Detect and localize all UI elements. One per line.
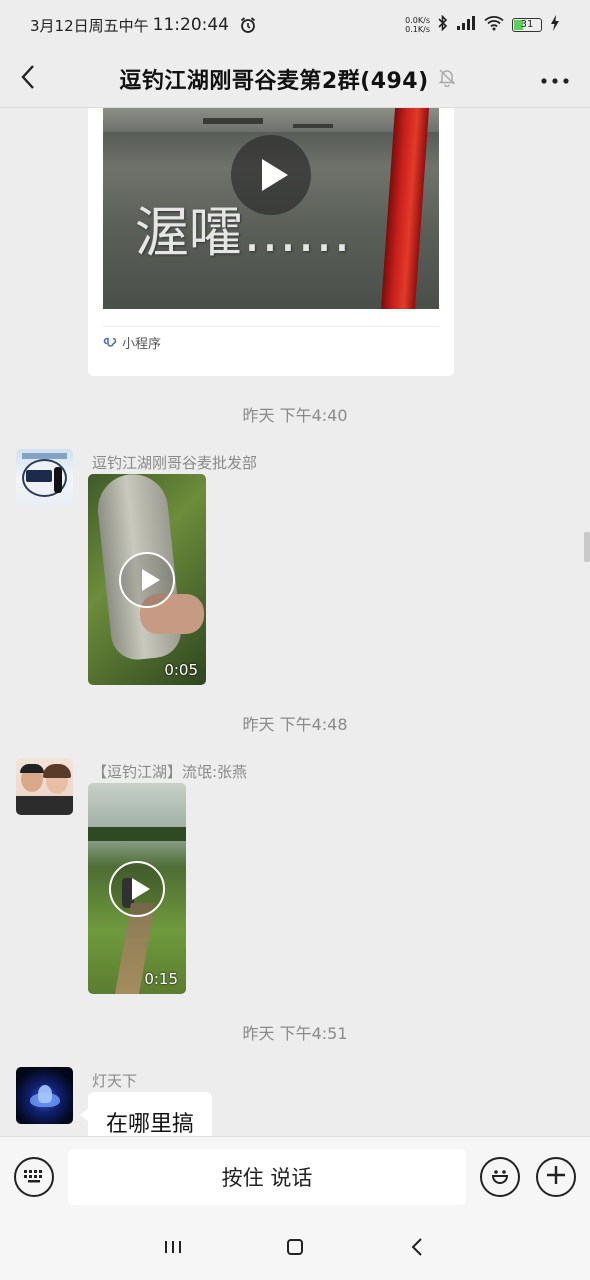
keyboard-toggle-button[interactable]	[14, 1157, 54, 1197]
timestamp: 昨天 下午4:51	[242, 1024, 348, 1043]
avatar[interactable]	[16, 758, 73, 815]
fishing-rod-graphic	[380, 108, 430, 309]
recent-apps-button[interactable]	[156, 1236, 190, 1262]
text-message-bubble[interactable]: 在哪里搞	[79, 1092, 213, 1136]
muted-bell-icon	[437, 67, 457, 91]
system-navigation-bar	[0, 1216, 590, 1280]
play-icon[interactable]	[119, 552, 175, 608]
message-list[interactable]: 渥嚯…… 小程序 昨天 下午4:40 逗钓江湖刚哥谷麦批发部 0:05 昨天 下…	[0, 108, 590, 1136]
mini-program-footer: 小程序	[103, 326, 439, 352]
network-speed: 0.0K/s 0.1K/s	[405, 16, 430, 34]
battery-indicator: 31	[512, 18, 542, 32]
home-icon	[286, 1238, 304, 1260]
mini-program-label: 小程序	[122, 337, 162, 352]
emoji-icon	[488, 1163, 512, 1191]
status-time: 11:20:44	[152, 15, 229, 35]
bluetooth-icon	[438, 14, 448, 35]
play-icon[interactable]	[231, 135, 311, 215]
video-message[interactable]: 0:15	[88, 783, 186, 994]
signal-icon	[456, 15, 476, 35]
sender-name: 【逗钓江湖】流氓:张燕	[92, 763, 248, 781]
back-button[interactable]	[0, 50, 56, 108]
hold-to-talk-button[interactable]: 按住 说话	[68, 1149, 466, 1205]
avatar[interactable]	[16, 1067, 73, 1124]
back-arrow-icon	[20, 64, 36, 94]
chat-header: 逗钓江湖刚哥谷麦第2群(494)	[0, 50, 590, 108]
more-options-button[interactable]	[520, 50, 590, 108]
charging-icon	[550, 15, 560, 35]
mini-program-card[interactable]: 渥嚯…… 小程序	[88, 108, 454, 376]
home-button[interactable]	[278, 1236, 312, 1262]
recent-apps-icon	[164, 1239, 182, 1259]
video-duration: 0:05	[164, 661, 198, 679]
timestamp: 昨天 下午4:48	[242, 715, 348, 734]
wifi-icon	[484, 15, 504, 35]
mini-program-icon	[103, 334, 117, 352]
keyboard-icon	[23, 1168, 45, 1187]
more-dots-icon	[541, 69, 569, 88]
sender-name: 逗钓江湖刚哥谷麦批发部	[92, 454, 258, 472]
status-bar: 3月12日周五中午 11:20:44 0.0K/s 0.1K/s 31	[0, 0, 590, 50]
more-functions-button[interactable]	[536, 1157, 576, 1197]
timestamp: 昨天 下午4:40	[242, 406, 348, 425]
input-bar: 按住 说话	[0, 1136, 590, 1216]
chat-title: 逗钓江湖刚哥谷麦第2群(494)	[119, 68, 429, 94]
emoji-button[interactable]	[480, 1157, 520, 1197]
back-triangle-icon	[411, 1237, 423, 1261]
play-icon[interactable]	[109, 861, 165, 917]
video-duration: 0:15	[144, 970, 178, 988]
mini-program-thumbnail: 渥嚯……	[103, 108, 439, 309]
sender-name: 灯天下	[92, 1072, 138, 1090]
avatar[interactable]	[16, 449, 73, 506]
scrollbar-thumb[interactable]	[584, 532, 590, 562]
status-date: 3月12日周五中午	[30, 16, 149, 35]
system-back-button[interactable]	[400, 1236, 434, 1262]
plus-icon	[545, 1164, 567, 1190]
video-message[interactable]: 0:05	[88, 474, 206, 685]
alarm-icon	[239, 16, 257, 34]
